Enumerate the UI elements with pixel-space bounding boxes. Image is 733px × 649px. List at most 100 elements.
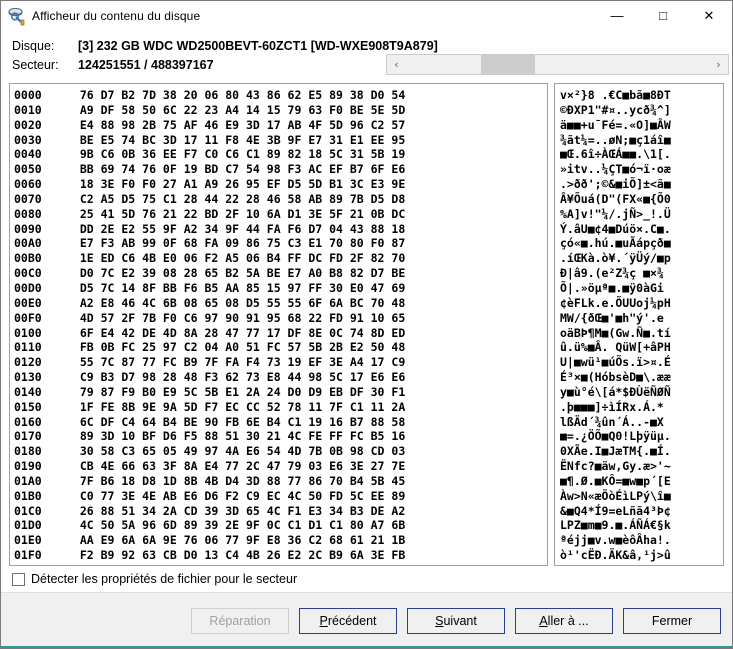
scrollbar-thumb[interactable] (481, 55, 535, 74)
hex-offset: 0020 (14, 117, 42, 132)
ascii-row: ä■■+u¯Fé=.«O]■ÂW (560, 117, 671, 132)
ascii-row: ËNfc?■äw,Gy.æ>'~ (560, 459, 671, 474)
hex-offset: 01E0 (14, 533, 42, 548)
hex-row: 0000 76 D7 B2 7D 38 20 06 80 43 86 62 E5… (14, 88, 547, 103)
hex-row: 00E0 A2 E8 46 4C 6B 08 65 08 D5 55 55 6F… (14, 296, 547, 311)
ascii-row: É³×■(HóbsèD■\.ææ (560, 370, 671, 385)
hex-bytes: FB 0B FC 25 97 C2 04 A0 51 FC 57 5B 2B E… (66, 340, 406, 355)
hex-row: 0120 55 7C 87 77 FC B9 7F FA F4 73 19 EF… (14, 355, 547, 370)
maximize-button[interactable]: □ (640, 1, 686, 30)
disk-row: Disque: [3] 232 GB WDC WD2500BEVT-60ZCT1… (1, 36, 732, 55)
sector-scrollbar[interactable]: ‹ › (386, 54, 729, 75)
hex-bytes: BE E5 74 BC 3D 17 11 F8 4E 3B 9F E7 31 E… (66, 132, 406, 147)
previous-button[interactable]: Précédent (299, 607, 397, 634)
hex-row: 00C0 D0 7C E2 39 08 28 65 B2 5A BE E7 A0… (14, 266, 547, 281)
hex-bytes: 1E ED C6 4B E0 06 F2 A5 06 B4 FF DC FD 2… (66, 251, 406, 266)
ascii-row: ■¶.Ø.■KÔ=■w■p´[E (560, 473, 671, 488)
ascii-row: %A]v!"¼/.jÑ>_!.Ü (560, 206, 671, 221)
hex-offset: 0030 (14, 132, 42, 147)
hex-offset: 0110 (14, 340, 42, 355)
ascii-row: .>ðð';©&■iÕ]±<ã■ (560, 177, 671, 192)
hex-bytes: BB 69 74 76 0F 19 BD C7 54 98 F3 AC EF B… (66, 162, 406, 177)
hex-row: 0090 DD 2E E2 55 9F A2 34 9F 44 FA F6 D7… (14, 222, 547, 237)
ascii-row: oäBÞ¶M■(Gw.Ñ■.tí (560, 325, 671, 340)
ascii-row: .íŒKà.ò¥.´ÿÜý/■p (560, 251, 671, 266)
hex-offset: 01D0 (14, 518, 42, 533)
ascii-row: 0XÃe.I■JæTM{.■Í. (560, 444, 671, 459)
hex-bytes: 25 41 5D 76 21 22 BD 2F 10 6A D1 3E 5F 2… (66, 206, 406, 221)
hex-row: 0020 E4 88 98 2B 75 AF 46 E9 3D 17 AB 4F… (14, 118, 547, 133)
hex-offset: 0090 (14, 221, 42, 236)
dialog-button-bar: Réparation Précédent Suivant Aller à ... Fer… (1, 592, 732, 648)
next-button[interactable]: Suivant (407, 607, 505, 634)
hex-bytes: 7F B6 18 D8 1D 8B 4B D4 3D 88 77 86 70 B… (66, 473, 406, 488)
hex-row: 0040 9B C6 0B 36 EE F7 C0 C6 C1 89 82 18… (14, 147, 547, 162)
window-title: Afficheur du contenu du disque (32, 8, 201, 23)
hex-bytes: E4 88 98 2B 75 AF 46 E9 3D 17 AB 4F 5D 9… (66, 117, 406, 132)
hex-bytes: DD 2E E2 55 9F A2 34 9F 44 FA F6 D7 04 4… (66, 221, 406, 236)
title-bar[interactable]: Afficheur du contenu du disque — □ ✕ (1, 1, 732, 30)
hex-bytes: F2 B9 92 63 CB D0 13 C4 4B 26 E2 2C B9 6… (66, 548, 406, 563)
hex-offset: 0120 (14, 355, 42, 370)
hex-offset: 00C0 (14, 266, 42, 281)
hex-row: 01C0 26 88 51 34 2A CD 39 3D 65 4C F1 E3… (14, 504, 547, 519)
hex-offset: 01F0 (14, 548, 42, 563)
ascii-pane[interactable]: v×²}8 .€C■bã■8ÐT ©ÐXP1"#¤..ycð¾^] ä■■+u¯Fé… (554, 83, 724, 566)
hex-row: 0030 BE E5 74 BC 3D 17 11 F8 4E 3B 9F E7… (14, 133, 547, 148)
hex-dump-pane[interactable]: 0000 76 D7 B2 7D 38 20 06 80 43 86 62 E5… (9, 83, 548, 566)
hex-row: 0130 C9 B3 D7 98 28 48 F3 62 73 E8 44 98… (14, 370, 547, 385)
hex-row: 0110 FB 0B FC 25 97 C2 04 A0 51 FC 57 5B… (14, 340, 547, 355)
hex-offset: 01C0 (14, 503, 42, 518)
minimize-button[interactable]: — (594, 1, 640, 30)
bottom-accent-bar (1, 646, 732, 648)
close-button[interactable]: Fermer (623, 607, 721, 634)
hex-row: 0180 30 58 C3 65 05 49 97 4A E6 54 4D 7B… (14, 444, 547, 459)
detect-file-properties-label: Détecter les propriétés de fichier pour … (31, 572, 298, 586)
disk-content-viewer-window: Afficheur du contenu du disque — □ ✕ Dis… (0, 0, 733, 649)
detect-file-properties-checkbox[interactable] (12, 572, 25, 586)
ascii-row: ¾ãt¼=..øN;■ç1áî■ (560, 132, 671, 147)
hex-bytes: D0 7C E2 39 08 28 65 B2 5A BE E7 A0 B8 8… (66, 266, 406, 281)
hex-bytes: C2 A5 D5 75 C1 28 44 22 28 46 58 AB 89 7… (66, 191, 406, 206)
scrollbar-track[interactable] (406, 55, 709, 74)
hex-bytes: 9B C6 0B 36 EE F7 C0 C6 C1 89 82 18 5C 3… (66, 147, 406, 162)
hex-offset: 01B0 (14, 488, 42, 503)
detect-file-properties-row[interactable]: Détecter les propriétés de fichier pour … (1, 566, 732, 592)
chevron-left-icon[interactable]: ‹ (387, 55, 406, 74)
hex-offset: 0060 (14, 177, 42, 192)
hex-offset: 00F0 (14, 310, 42, 325)
hex-bytes: 79 87 F9 B0 E9 5C 5B E1 2A 24 D0 D9 EB D… (66, 384, 406, 399)
ascii-row: ©ÐXP1"#¤..ycð¾^] (560, 102, 671, 117)
ascii-row: çó«■.hú.■uÃápçð■ (560, 236, 671, 251)
repair-button: Réparation (191, 607, 289, 634)
hex-offset: 0180 (14, 444, 42, 459)
hex-bytes: 4C 50 5A 96 6D 89 39 2E 9F 0C C1 D1 C1 8… (66, 518, 406, 533)
chevron-right-icon[interactable]: › (709, 55, 728, 74)
hex-row: 01A0 7F B6 18 D8 1D 8B 4B D4 3D 88 77 86… (14, 474, 547, 489)
ascii-row: ò¹'cËÐ.ÄK&â,¹j>û (560, 548, 671, 563)
hex-row: 00B0 1E ED C6 4B E0 06 F2 A5 06 B4 FF DC… (14, 251, 547, 266)
hex-offset: 00B0 (14, 251, 42, 266)
hex-offset: 0070 (14, 191, 42, 206)
ascii-row: U|■wü¹■úÕs.ï>¤.É (560, 355, 671, 370)
hex-row: 0070 C2 A5 D5 75 C1 28 44 22 28 46 58 AB… (14, 192, 547, 207)
hex-dump-body: 0000 76 D7 B2 7D 38 20 06 80 43 86 62 E5… (14, 88, 547, 563)
hex-row: 00F0 4D 57 2F 7B F0 C6 97 90 91 95 68 22… (14, 311, 547, 326)
hex-offset: 01A0 (14, 473, 42, 488)
sector-label: Secteur: (12, 57, 59, 72)
ascii-row: &■Q4*Í9=eLñã4³Þ¢ (560, 503, 671, 518)
hex-bytes: 18 3E F0 F0 27 A1 A9 26 95 EF D5 5D B1 3… (66, 177, 406, 192)
hex-offset: 0160 (14, 414, 42, 429)
hex-row: 0100 6F E4 42 DE 4D 8A 28 47 77 17 DF 8E… (14, 326, 547, 341)
hex-row: 0190 CB 4E 66 63 3F 8A E4 77 2C 47 79 03… (14, 459, 547, 474)
ascii-row: ■Œ.6î÷ÀŒÁ■■.\1[. (560, 147, 671, 162)
hex-offset: 0080 (14, 206, 42, 221)
hex-bytes: 4D 57 2F 7B F0 C6 97 90 91 95 68 22 FD 9… (66, 310, 406, 325)
hex-offset: 0100 (14, 325, 42, 340)
hex-bytes: 76 D7 B2 7D 38 20 06 80 43 86 62 E5 89 3… (66, 88, 406, 102)
hex-bytes: D5 7C 14 8F BB F6 B5 AA 85 15 97 FF 30 E… (66, 280, 406, 295)
ascii-row: ■=.¿ÖÕ■Q0!Lþÿüµ. (560, 429, 671, 444)
close-button[interactable]: ✕ (686, 1, 732, 30)
hex-offset: 0170 (14, 429, 42, 444)
goto-button[interactable]: Aller à ... (515, 607, 613, 634)
